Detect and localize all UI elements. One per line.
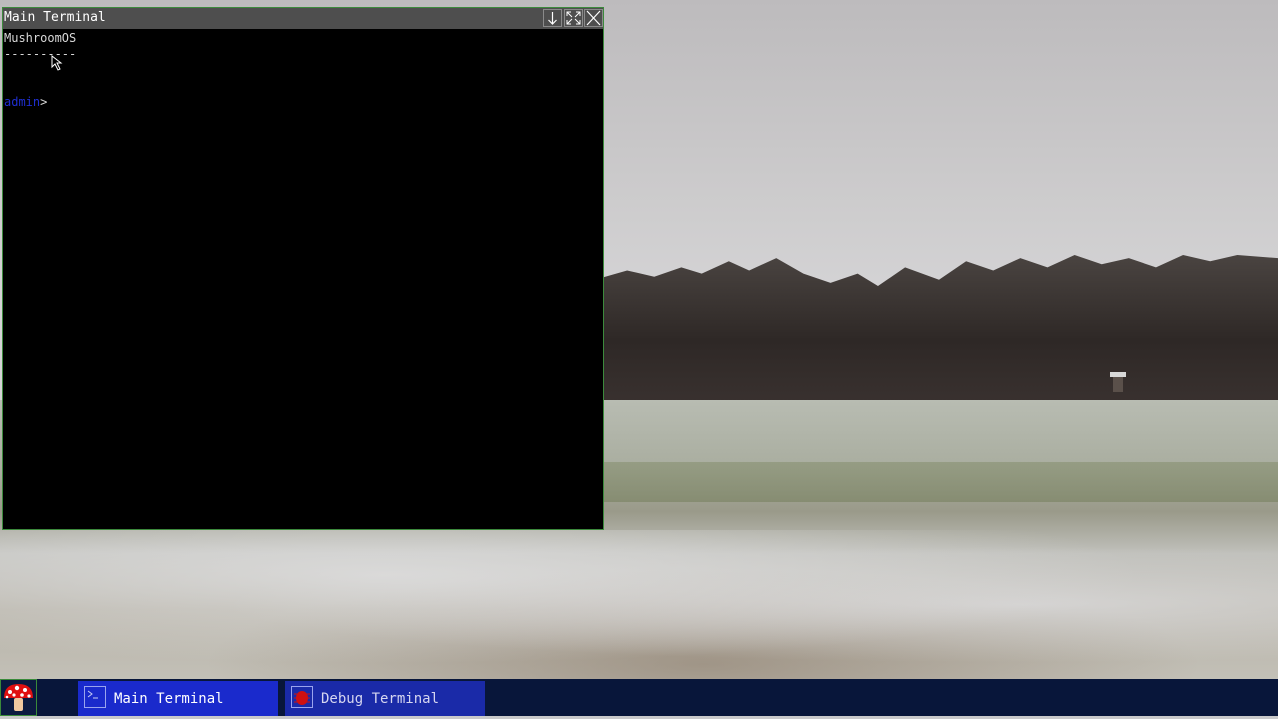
taskbar-item-main-terminal[interactable]: Main Terminal bbox=[78, 681, 278, 716]
mushroom-icon bbox=[4, 684, 33, 711]
taskbar-item-debug-terminal[interactable]: Debug Terminal bbox=[285, 681, 485, 716]
wallpaper-hunting-stand bbox=[1110, 372, 1126, 392]
taskbar: Main Terminal Debug Terminal bbox=[0, 679, 1278, 716]
terminal-line: ---------- bbox=[4, 47, 77, 61]
window-title: Main Terminal bbox=[4, 10, 106, 25]
prompt-symbol: > bbox=[40, 95, 48, 109]
bug-icon bbox=[291, 686, 313, 708]
window-titlebar[interactable]: Main Terminal bbox=[3, 8, 603, 29]
taskbar-item-label: Main Terminal bbox=[114, 691, 224, 707]
close-button[interactable] bbox=[584, 9, 603, 27]
terminal-icon bbox=[84, 686, 106, 708]
terminal-window[interactable]: Main Terminal MushroomOS ---------- admi… bbox=[2, 7, 604, 530]
mouse-cursor-icon bbox=[51, 55, 63, 71]
terminal-output[interactable]: MushroomOS ---------- admin> bbox=[4, 30, 602, 110]
minimize-button[interactable] bbox=[543, 9, 562, 27]
maximize-button[interactable] bbox=[564, 9, 583, 27]
arrow-down-icon bbox=[548, 12, 557, 25]
wallpaper-snow bbox=[0, 530, 1278, 679]
terminal-line: MushroomOS bbox=[4, 31, 77, 45]
terminal-prompt-line[interactable]: admin> bbox=[4, 94, 602, 110]
prompt-user: admin bbox=[4, 95, 41, 109]
close-icon bbox=[586, 10, 601, 26]
wallpaper-field-stripe bbox=[600, 462, 1278, 502]
expand-icon bbox=[566, 11, 581, 25]
start-button[interactable] bbox=[0, 679, 37, 716]
taskbar-item-label: Debug Terminal bbox=[321, 691, 440, 707]
